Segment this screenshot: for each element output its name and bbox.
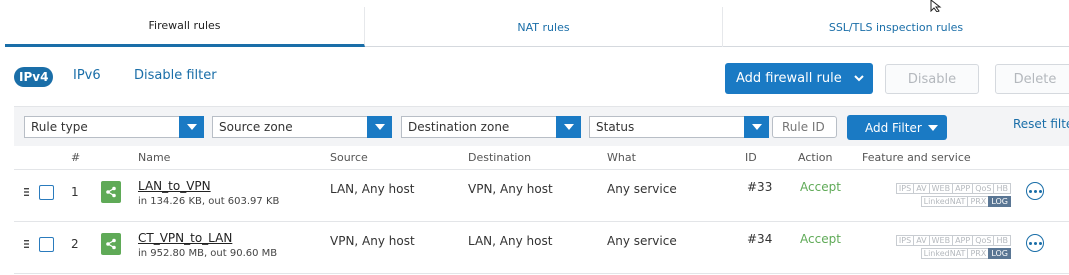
chevron-down-icon — [556, 116, 581, 138]
chevron-down-icon — [744, 116, 769, 138]
ipv4-toggle[interactable]: IPv4 — [14, 67, 54, 87]
badge-qos: QoS — [972, 183, 995, 194]
destination-zone-select[interactable]: Destination zone — [401, 116, 581, 138]
badge-av: AV — [913, 235, 930, 246]
table-row[interactable]: 1 LAN_to_VPN in 134.26 KB, out 603.97 KB… — [14, 170, 1069, 222]
add-filter-label: Add Filter — [865, 120, 922, 135]
source-zone-select[interactable]: Source zone — [212, 116, 392, 138]
rule-action: Accept — [800, 180, 841, 194]
drag-handle-icon[interactable] — [24, 239, 29, 249]
status-label: Status — [596, 120, 635, 134]
column-header-number: # — [71, 151, 81, 164]
rule-source: VPN, Any host — [330, 234, 415, 248]
delete-button[interactable]: Delete — [995, 64, 1069, 94]
tab-ssl-tls-inspection-rules[interactable]: SSL/TLS inspection rules — [723, 7, 1069, 47]
add-firewall-rule-label: Add firewall rule — [736, 71, 842, 86]
row-checkbox[interactable] — [39, 237, 54, 252]
badge-ips: IPS — [895, 235, 915, 246]
badge-linkednat: LinkedNAT — [920, 248, 969, 259]
more-options-icon[interactable] — [1026, 234, 1044, 252]
badge-ips: IPS — [895, 183, 915, 194]
table-row[interactable]: 2 CT_VPN_to_LAN in 952.80 MB, out 90.60 … — [14, 222, 1069, 274]
chevron-down-icon — [179, 116, 204, 138]
share-icon — [101, 181, 121, 203]
share-icon — [101, 233, 121, 255]
rule-id-input[interactable] — [772, 116, 837, 138]
rule-name-link[interactable]: CT_VPN_to_LAN — [138, 231, 232, 245]
drag-handle-icon[interactable] — [24, 187, 29, 197]
disable-filter-link[interactable]: Disable filter — [134, 68, 217, 83]
chevron-down-icon[interactable] — [853, 72, 865, 84]
rule-traffic: in 952.80 MB, out 90.60 MB — [138, 248, 278, 259]
badge-prx: PRX — [967, 196, 990, 207]
reset-filter-link[interactable]: Reset filte — [1013, 117, 1069, 131]
more-options-icon[interactable] — [1026, 182, 1044, 200]
badge-log: LOG — [988, 248, 1011, 259]
rule-number: 2 — [71, 237, 79, 251]
chevron-down-icon — [367, 116, 392, 138]
badge-web: WEB — [928, 235, 954, 246]
rule-destination: LAN, Any host — [468, 234, 553, 248]
ipv6-toggle[interactable]: IPv6 — [73, 68, 101, 83]
rule-action: Accept — [800, 232, 841, 246]
rule-type-label: Rule type — [31, 120, 88, 134]
add-filter-button[interactable]: Add Filter — [847, 115, 947, 140]
disable-button[interactable]: Disable — [885, 64, 979, 94]
status-select[interactable]: Status — [589, 116, 769, 138]
badge-prx: PRX — [967, 248, 990, 259]
column-header-source: Source — [330, 151, 368, 164]
column-header-action: Action — [798, 151, 833, 164]
badge-hb: HB — [993, 183, 1011, 194]
table-header: # Name Source Destination What ID Action… — [14, 148, 1069, 170]
column-header-id: ID — [745, 151, 757, 164]
column-header-name: Name — [138, 151, 171, 164]
add-firewall-rule-button[interactable]: Add firewall rule — [725, 63, 873, 94]
column-header-feature-and-service: Feature and service — [862, 151, 971, 164]
badge-qos: QoS — [972, 235, 995, 246]
rule-tabs: Firewall rules NAT rules SSL/TLS inspect… — [5, 7, 1069, 47]
rule-number: 1 — [71, 185, 79, 199]
rule-destination: VPN, Any host — [468, 182, 553, 196]
badge-linkednat: LinkedNAT — [920, 196, 969, 207]
badge-web: WEB — [928, 183, 954, 194]
destination-zone-label: Destination zone — [408, 120, 510, 134]
badge-log: LOG — [988, 196, 1011, 207]
rule-name-link[interactable]: LAN_to_VPN — [138, 179, 211, 193]
rule-id: #33 — [747, 180, 773, 194]
badge-av: AV — [913, 183, 930, 194]
rule-traffic: in 134.26 KB, out 603.97 KB — [138, 196, 280, 207]
badge-app: APP — [952, 235, 974, 246]
feature-badges: IPS AV WEB APP QoS HB LinkedNAT PRX LOG — [873, 183, 1011, 209]
rule-what: Any service — [607, 234, 677, 248]
row-checkbox[interactable] — [39, 185, 54, 200]
rule-type-select[interactable]: Rule type — [24, 116, 204, 138]
column-header-what: What — [607, 151, 636, 164]
badge-app: APP — [952, 183, 974, 194]
rule-id: #34 — [747, 232, 773, 246]
tab-nat-rules[interactable]: NAT rules — [365, 7, 723, 47]
column-header-destination: Destination — [468, 151, 532, 164]
rule-what: Any service — [607, 182, 677, 196]
badge-hb: HB — [993, 235, 1011, 246]
tab-firewall-rules[interactable]: Firewall rules — [5, 7, 365, 47]
feature-badges: IPS AV WEB APP QoS HB LinkedNAT PRX LOG — [873, 235, 1011, 261]
caret-down-icon — [928, 125, 938, 131]
source-zone-label: Source zone — [219, 120, 293, 134]
rule-source: LAN, Any host — [330, 182, 415, 196]
